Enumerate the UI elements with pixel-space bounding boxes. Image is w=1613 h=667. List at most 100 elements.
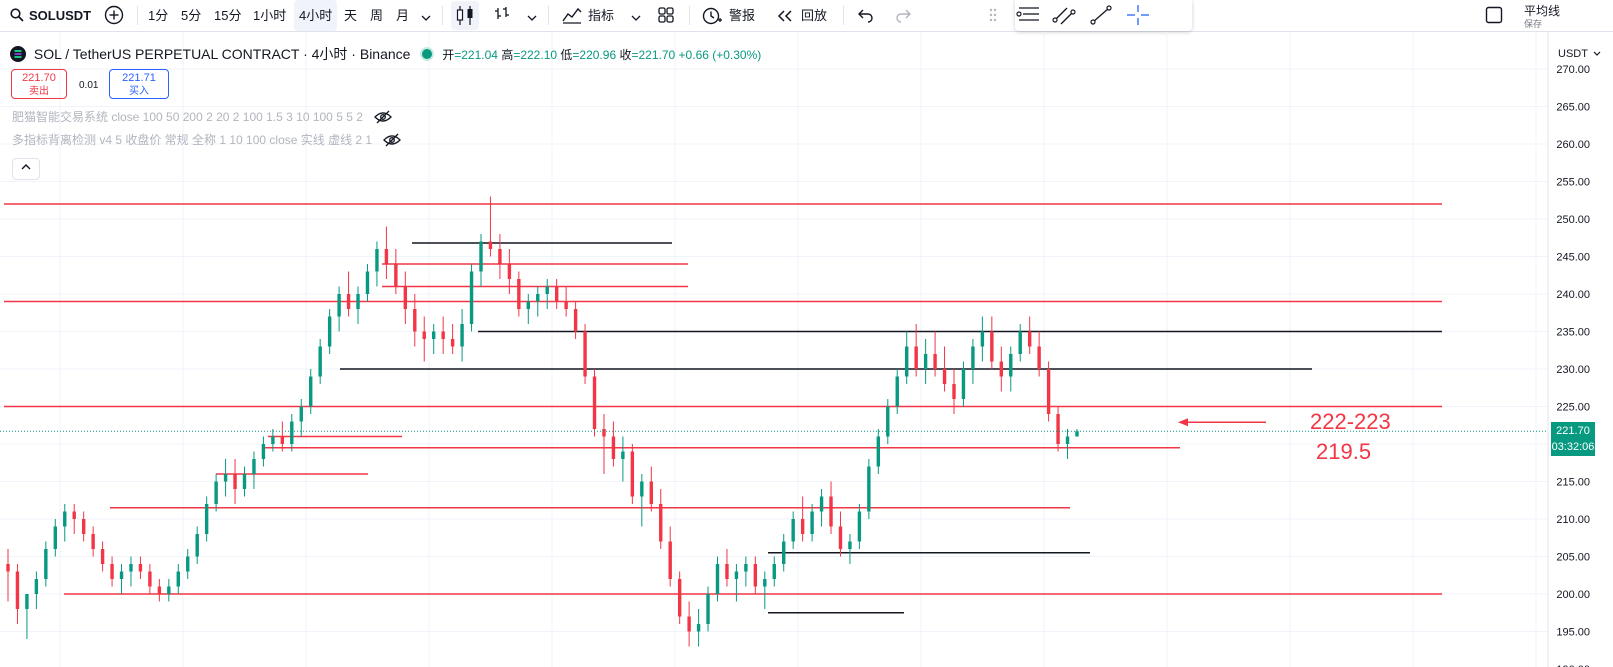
- candle-body: [441, 331, 445, 339]
- candle-body: [271, 436, 275, 444]
- candle-body: [337, 294, 341, 317]
- candle-body: [25, 594, 29, 609]
- candle-body: [1046, 369, 1051, 414]
- alert-button[interactable]: 警报: [729, 0, 755, 31]
- candle-body: [810, 511, 814, 534]
- candle-body: [971, 346, 975, 369]
- undo-icon[interactable]: [857, 7, 875, 28]
- sell-button[interactable]: 221.70 卖出: [11, 69, 67, 99]
- candle-type-icon[interactable]: [451, 1, 479, 30]
- buy-price: 221.71: [122, 72, 156, 84]
- candle-body: [1009, 354, 1013, 377]
- candle-body: [905, 346, 909, 377]
- eye-hidden-icon[interactable]: [383, 133, 402, 150]
- candle-body: [15, 571, 20, 609]
- floating-drawing-toolbar: [989, 0, 1192, 31]
- interval-1d[interactable]: 天: [344, 0, 357, 31]
- candle-body: [592, 376, 597, 429]
- candle-body: [384, 249, 389, 264]
- candle-body: [772, 564, 776, 579]
- collapse-legend-button[interactable]: [12, 158, 40, 180]
- low-value: =220.96: [572, 48, 617, 62]
- channel-tool-icon[interactable]: [1052, 4, 1076, 31]
- candle-body: [129, 564, 133, 572]
- interval-1h[interactable]: 1小时: [253, 0, 286, 31]
- fullscreen-square-icon[interactable]: [1485, 6, 1503, 29]
- candle-body: [290, 421, 294, 444]
- candle-body: [715, 564, 720, 594]
- interval-1m[interactable]: 1分: [148, 0, 168, 31]
- save-label[interactable]: 保存: [1524, 17, 1542, 30]
- interval-1mo[interactable]: 月: [396, 0, 409, 31]
- drag-handle-icon[interactable]: [988, 6, 998, 29]
- price-axis-tick: 260.00: [1556, 139, 1590, 151]
- interval-1w[interactable]: 周: [370, 0, 383, 31]
- candle-body: [876, 436, 881, 467]
- interval-4h[interactable]: 4小时: [294, 0, 338, 31]
- candle-body: [242, 474, 247, 489]
- arrow-head-icon: [1178, 418, 1188, 427]
- candle-body: [498, 249, 502, 264]
- candle-body: [223, 474, 228, 482]
- candle-body: [403, 286, 408, 309]
- candle-body: [706, 594, 710, 624]
- candle-body: [422, 331, 426, 339]
- fib-lines-icon[interactable]: [1015, 4, 1041, 31]
- candle-body: [933, 354, 937, 369]
- crosshair-icon[interactable]: [1126, 4, 1150, 31]
- legend-title-text[interactable]: SOL / TetherUS PERPETUAL CONTRACT · 4小时 …: [34, 46, 411, 62]
- interval-5m[interactable]: 5分: [181, 0, 201, 31]
- horizontal-lines[interactable]: [4, 203, 1442, 614]
- trend-line-icon[interactable]: [1089, 4, 1113, 31]
- currency-select[interactable]: USDT: [1552, 44, 1608, 64]
- add-symbol-icon[interactable]: [104, 5, 124, 25]
- interval-dropdown-chevron-down-icon[interactable]: [420, 10, 432, 28]
- interval-15m[interactable]: 15分: [214, 0, 241, 31]
- candle-body: [942, 369, 947, 384]
- candle-body: [1075, 431, 1079, 437]
- candle-body: [800, 519, 805, 534]
- indicator-row-2[interactable]: 多指标背离检测 v4 5 收盘价 常规 全称 1 10 100 close 实线…: [12, 131, 402, 150]
- price-chart[interactable]: 270.00 265.00 260.00 255.00 250.00 245.00 240.…: [0, 32, 1613, 667]
- annotation-support-text[interactable]: 219.5: [1316, 439, 1371, 465]
- indicators-button[interactable]: 指标: [588, 0, 614, 31]
- price-axis-tick: 230.00: [1556, 364, 1590, 376]
- candle-body: [649, 481, 653, 504]
- chart-type-chevron-down-icon[interactable]: [526, 10, 538, 28]
- toolbar-divider: [843, 6, 844, 25]
- candle-body: [195, 534, 199, 557]
- replay-button[interactable]: 回放: [801, 0, 827, 31]
- candle-body: [848, 541, 852, 549]
- candle-body: [1056, 414, 1060, 444]
- candle-body: [460, 324, 464, 347]
- candle-body: [91, 534, 95, 549]
- price-axis-tick: 215.00: [1556, 477, 1590, 489]
- layout-grid-icon[interactable]: [657, 6, 675, 29]
- alert-clock-icon[interactable]: [701, 5, 723, 32]
- candle-body: [119, 571, 124, 579]
- candle-body: [895, 376, 899, 407]
- redo-icon[interactable]: [894, 7, 912, 28]
- symbol-name[interactable]: SOLUSDT: [29, 0, 91, 31]
- sell-price: 221.70: [22, 72, 56, 84]
- indicators-chevron-down-icon[interactable]: [630, 10, 642, 28]
- replay-rewind-icon[interactable]: [776, 9, 794, 28]
- price-axis[interactable]: 270.00 265.00 260.00 255.00 250.00 245.00 240.…: [1556, 64, 1590, 667]
- eye-hidden-icon[interactable]: [374, 110, 393, 127]
- symbol-search-icon[interactable]: [10, 8, 24, 22]
- candle-body: [110, 564, 114, 579]
- indicator-row-1[interactable]: 肥猫智能交易系统 close 100 50 200 2 20 2 100 1.5…: [12, 108, 393, 127]
- close-label: 收: [619, 48, 632, 62]
- candle-body: [44, 549, 48, 579]
- buy-button[interactable]: 221.71 买入: [109, 69, 169, 99]
- candle-body: [621, 451, 625, 459]
- price-axis-tick: 250.00: [1556, 214, 1590, 226]
- candle-body: [1037, 346, 1041, 369]
- annotation-zone-text[interactable]: 222-223: [1310, 409, 1391, 435]
- indicators-icon[interactable]: [561, 5, 583, 30]
- bar-type-icon[interactable]: [492, 5, 512, 30]
- candle-body: [630, 451, 635, 497]
- solana-logo-icon: [10, 46, 26, 62]
- candle-body: [356, 294, 360, 309]
- indicator-2-label: 多指标背离检测 v4 5 收盘价 常规 全称 1 10 100 close 实线…: [12, 133, 373, 147]
